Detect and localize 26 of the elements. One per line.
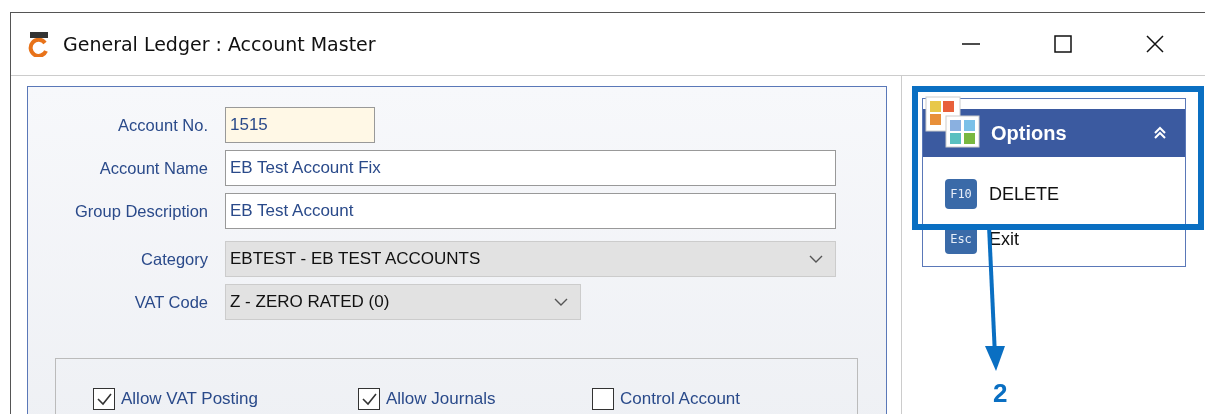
checkbox-label: Control Account bbox=[620, 388, 741, 409]
field-label: Account No. bbox=[117, 115, 209, 135]
menu-item[interactable]: F10 DELETE bbox=[945, 179, 1185, 209]
checkbox[interactable] bbox=[357, 387, 380, 410]
key-icon: F10 bbox=[945, 179, 977, 209]
app-logo-icon bbox=[27, 31, 51, 57]
callout-number: 2 bbox=[993, 378, 1008, 409]
window-title: General Ledger : Account Master bbox=[63, 33, 376, 55]
field-label: Account Name bbox=[98, 158, 209, 178]
dropdown[interactable]: Z - ZERO RATED (0) bbox=[225, 284, 581, 320]
input-field[interactable]: EB Test Account bbox=[225, 193, 836, 229]
input-field[interactable]: EB Test Account Fix bbox=[225, 150, 836, 186]
checkbox-label: Allow Journals bbox=[385, 388, 496, 409]
maximize-icon bbox=[1053, 34, 1073, 54]
minimize-icon bbox=[962, 43, 980, 45]
input-field[interactable]: 1515 bbox=[225, 107, 375, 143]
caret-icon bbox=[809, 255, 823, 263]
field-label: Group Description bbox=[74, 201, 209, 221]
checkbox-label: Allow VAT Posting bbox=[121, 388, 258, 409]
dropdown[interactable]: EBTEST - EB TEST ACCOUNTS bbox=[225, 241, 836, 277]
caret-icon bbox=[554, 298, 568, 306]
close-icon bbox=[1145, 34, 1165, 54]
checkbox[interactable] bbox=[93, 387, 115, 410]
field-label: Category bbox=[140, 249, 209, 269]
checkbox[interactable] bbox=[592, 387, 615, 410]
field-label: VAT Code bbox=[133, 292, 209, 312]
